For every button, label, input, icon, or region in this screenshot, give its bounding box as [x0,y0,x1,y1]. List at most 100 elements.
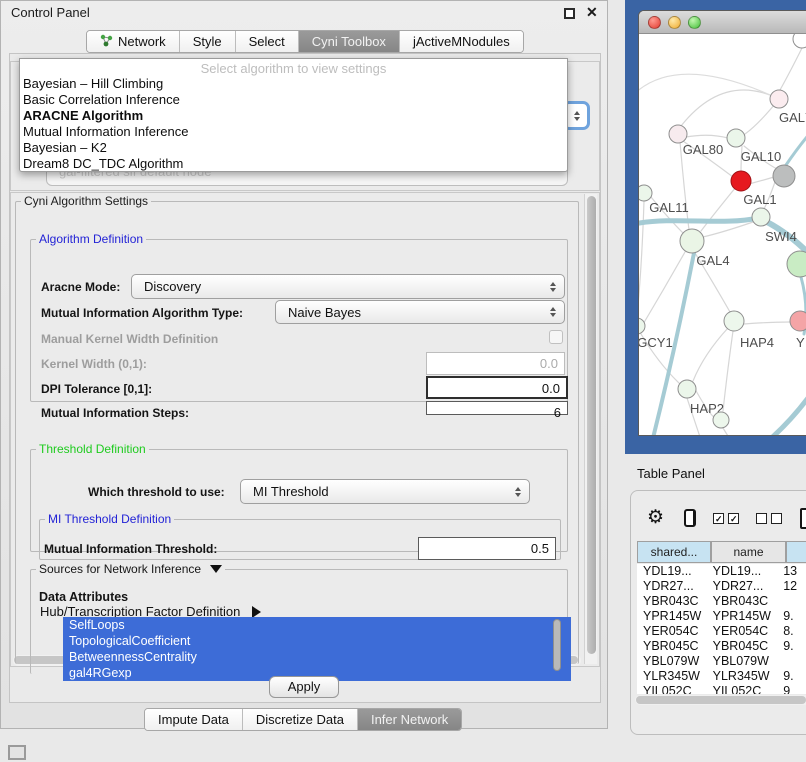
table-row[interactable]: YIL052CYIL052C9 [637,684,806,694]
network-edge[interactable] [744,322,790,324]
data-attribute-item[interactable]: SelfLoops [63,617,571,633]
combo-arrows-icon [574,111,580,121]
network-edge[interactable] [723,428,749,436]
deselect-all-icon[interactable] [756,513,782,524]
tab-cyni-toolbox[interactable]: Cyni Toolbox [299,31,400,52]
network-node[interactable] [773,165,795,187]
tab-infer-network[interactable]: Infer Network [358,709,461,730]
table-rows: YDL19...YDL19...13YDR27...YDR27...12YBR0… [637,564,806,694]
tab-label: jActiveMNodules [413,34,510,49]
network-node-gal10[interactable] [727,129,745,147]
table-row[interactable]: YBL079WYBL079W [637,654,806,669]
sources-legend[interactable]: Sources for Network Inference [36,562,225,576]
algorithm-option[interactable]: Bayesian – Hill Climbing [20,76,567,92]
network-edge[interactable] [723,331,733,411]
network-node-gal4[interactable] [680,229,704,253]
algorithm-option[interactable]: Bayesian – K2 [20,140,567,156]
table-row[interactable]: YBR043CYBR043C [637,594,806,609]
zoom-window-icon[interactable] [688,16,701,29]
network-edge[interactable] [749,177,774,184]
table-cell: YBR043C [707,594,778,609]
network-node-gcy1[interactable] [639,318,645,334]
table-row[interactable]: YDL19...YDL19...13 [637,564,806,579]
algorithm-option[interactable]: Mutual Information Inference [20,124,567,140]
table-row[interactable]: YER054CYER054C8. [637,624,806,639]
network-edge[interactable] [686,135,728,138]
split-panel-icon[interactable] [684,509,696,527]
network-node[interactable] [793,34,806,48]
network-node-y[interactable] [790,311,806,331]
network-edge[interactable] [786,132,806,165]
data-attribute-item[interactable]: TopologicalCoefficient [63,633,571,649]
which-threshold-combo[interactable]: MI Threshold [240,479,530,504]
network-node-hap2[interactable] [678,380,696,398]
mi-threshold-input[interactable]: 0.5 [418,537,556,560]
network-edge[interactable] [703,222,753,237]
algorithm-option[interactable]: Basic Correlation Inference [20,92,567,108]
network-node-gal1[interactable] [731,171,751,191]
cyni-algorithm-settings-legend: Cyni Algorithm Settings [21,194,151,208]
network-node-gal11[interactable] [639,185,652,201]
new-table-icon[interactable] [800,508,806,529]
network-edge[interactable] [639,74,779,99]
mi-type-combo[interactable]: Naive Bayes [275,300,565,324]
dpi-tolerance-input[interactable]: 0.0 [426,376,568,399]
network-node[interactable] [787,251,806,277]
close-window-icon[interactable] [648,16,661,29]
network-node-swi4[interactable] [752,208,770,226]
settings-gear-icon[interactable]: ⚙ [647,508,664,528]
table-cell: 9. [777,669,806,684]
table-horizontal-scrollbar[interactable] [635,695,806,705]
tab-select[interactable]: Select [236,31,299,52]
tab-impute-data[interactable]: Impute Data [145,709,243,730]
network-edge[interactable] [729,394,806,436]
network-window-titlebar[interactable] [639,11,806,34]
column-header[interactable]: name [711,542,786,562]
cyni-algorithm-settings-group: Cyni Algorithm Settings Algorithm Defini… [15,194,579,664]
settings-vertical-scrollbar[interactable] [584,194,597,664]
network-edge[interactable] [681,90,779,126]
algorithm-option[interactable]: ARACNE Algorithm [20,108,567,124]
network-edge[interactable] [701,187,736,231]
table-cell: YBL079W [707,654,778,669]
table-cell: YIL052C [637,684,707,694]
dock-panel-icon[interactable] [8,745,26,760]
tab-network[interactable]: Network [87,31,180,52]
data-attribute-item[interactable]: BetweennessCentrality [63,649,571,665]
network-edge[interactable] [693,328,728,381]
column-header[interactable] [786,542,806,562]
table-row[interactable]: YDR27...YDR27...12 [637,579,806,594]
network-node-hap4[interactable] [724,311,744,331]
network-edge[interactable] [780,48,802,90]
tab-style[interactable]: Style [180,31,236,52]
network-canvas[interactable]: GAL7GAL80GAL10GAL1GAL11SWI4GAL4GCY1HAP4Y… [639,34,806,436]
kernel-width-input[interactable]: 0.0 [426,352,565,375]
manual-kernel-checkbox[interactable] [549,330,563,344]
table-cell: 9 [777,684,806,694]
select-all-icon[interactable]: ✓✓ [713,513,739,524]
close-panel-icon[interactable]: ✕ [586,4,598,21]
tab-jactivemnodules[interactable]: jActiveMNodules [400,31,523,52]
float-panel-icon[interactable] [564,8,575,19]
apply-button[interactable]: Apply [269,676,339,698]
column-header[interactable]: shared... [637,542,711,562]
attr-list-scrollbar[interactable] [553,619,561,675]
collapse-down-icon [210,565,222,573]
aracne-mode-combo[interactable]: Discovery [131,274,565,299]
data-attributes-list[interactable]: SelfLoopsTopologicalCoefficientBetweenne… [63,617,571,681]
network-node-gal80[interactable] [669,125,687,143]
table-row[interactable]: YPR145WYPR145W9. [637,609,806,624]
network-node[interactable] [713,412,729,428]
table-row[interactable]: YLR345WYLR345W9. [637,669,806,684]
algorithm-dropdown-popup: Select algorithm to view settings Bayesi… [19,58,568,172]
minimize-window-icon[interactable] [668,16,681,29]
network-node-gal7[interactable] [770,90,788,108]
network-edge[interactable] [642,252,685,326]
tab-discretize-data[interactable]: Discretize Data [243,709,358,730]
network-edge[interactable] [639,201,644,317]
network-edge[interactable] [639,218,759,224]
application-root: Control Panel ✕ NetworkStyleSelectCyni T… [0,0,806,762]
algorithm-option[interactable]: Dream8 DC_TDC Algorithm [20,156,567,172]
table-row[interactable]: YBR045CYBR045C9. [637,639,806,654]
mi-steps-input[interactable]: 6 [426,401,568,415]
